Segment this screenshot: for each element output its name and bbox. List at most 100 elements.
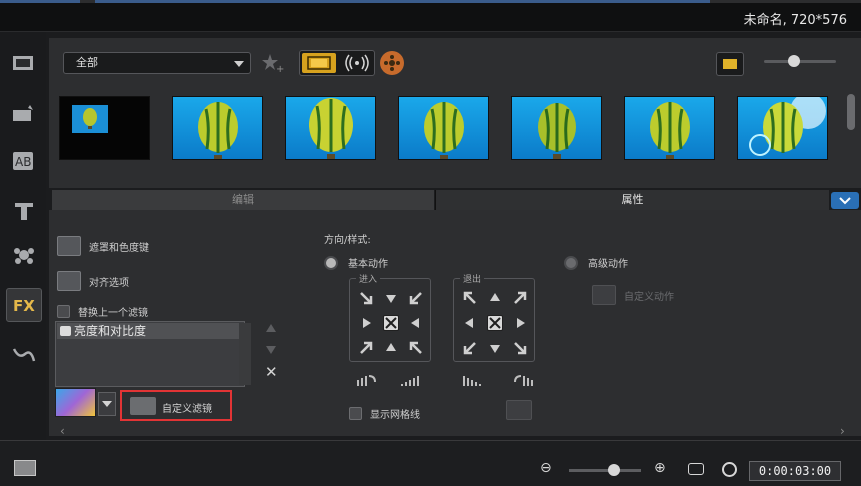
replace-last-filter-label: 替换上一个滤镜 <box>78 308 148 319</box>
timeline-layout-button[interactable] <box>14 460 36 476</box>
rotate-out-icon <box>514 375 533 386</box>
arrow-up-right-icon <box>514 291 527 304</box>
show-grid-option[interactable]: 显示网格线 <box>349 406 420 421</box>
title-strip-segment <box>0 0 80 3</box>
exit-bottom-button[interactable] <box>487 340 503 356</box>
title-icon <box>15 203 33 220</box>
graphic-button[interactable] <box>6 238 42 272</box>
move-filter-down-button[interactable] <box>266 346 276 354</box>
options-tabs: 编辑 属性 <box>52 190 829 210</box>
list-item[interactable]: 亮度和对比度 <box>57 323 243 339</box>
enter-top-right-button[interactable] <box>408 290 424 306</box>
fade-out-icon <box>463 376 481 386</box>
enter-bottom-button[interactable] <box>383 340 399 356</box>
show-audio-button[interactable] <box>340 53 374 73</box>
svg-text:+: + <box>276 64 284 74</box>
exit-top-right-button[interactable] <box>512 290 528 306</box>
star-plus-icon: + <box>262 54 284 75</box>
filter-thumbnail[interactable] <box>737 96 828 160</box>
basic-motion-radio[interactable] <box>324 255 338 270</box>
options-collapse-button[interactable] <box>831 192 859 209</box>
center-cross-icon <box>385 317 397 329</box>
eye-icon[interactable] <box>60 326 71 336</box>
align-options-option[interactable]: 对齐选项 <box>57 271 129 291</box>
category-select-value: 全部 <box>76 56 98 69</box>
exit-center-button[interactable] <box>487 315 503 331</box>
show-graphics-button[interactable] <box>380 51 404 75</box>
enter-center-button[interactable] <box>383 315 399 331</box>
enter-bottom-left-button[interactable] <box>358 340 374 356</box>
filter-thumbnail[interactable] <box>511 96 602 160</box>
exit-top-left-button[interactable] <box>462 290 478 306</box>
exit-left-button[interactable] <box>462 315 478 331</box>
mask-chroma-label: 遮罩和色度键 <box>89 242 149 254</box>
exit-top-button[interactable] <box>487 290 503 306</box>
show-grid-checkbox[interactable] <box>349 407 362 420</box>
category-select[interactable]: 全部 <box>63 52 251 74</box>
thumbnail-size-slider[interactable] <box>764 60 836 63</box>
filter-thumbnail[interactable] <box>59 96 150 160</box>
applied-filter-list: 亮度和对比度 <box>55 321 245 387</box>
enter-rotate-button[interactable] <box>355 372 377 391</box>
svg-text:FX: FX <box>13 297 35 315</box>
timecode-display[interactable]: 0:00:03:00 <box>749 461 841 481</box>
scroll-right-icon[interactable]: › <box>840 424 845 438</box>
enter-top-left-button[interactable] <box>358 290 374 306</box>
instant-project-button[interactable] <box>6 96 42 130</box>
center-cross-icon <box>489 317 501 329</box>
arrow-down-left-icon <box>463 342 476 355</box>
enter-right-button[interactable] <box>408 315 424 331</box>
library-scrollbar[interactable] <box>847 94 855 130</box>
zoom-out-icon[interactable]: ⊖ <box>540 460 552 476</box>
balloon-thumbnail-icon <box>538 103 576 159</box>
filter-thumbnail[interactable] <box>624 96 715 160</box>
basic-motion-option[interactable]: 基本动作 <box>324 255 388 270</box>
enter-fade-button[interactable] <box>399 372 421 391</box>
exit-right-button[interactable] <box>512 315 528 331</box>
exit-bottom-right-button[interactable] <box>512 340 528 356</box>
zoom-slider[interactable] <box>569 469 641 472</box>
arrow-right-icon <box>517 318 525 328</box>
scroll-left-icon[interactable]: ‹ <box>60 424 65 438</box>
filter-preset-thumbnail[interactable] <box>55 388 96 417</box>
filter-thumbnail[interactable] <box>172 96 263 160</box>
clock-icon <box>722 462 737 477</box>
toggle-view-button[interactable] <box>716 52 744 76</box>
filter-button[interactable]: FX <box>6 288 42 322</box>
zoom-in-icon[interactable]: ⊕ <box>654 460 666 476</box>
gear-icon <box>130 397 156 415</box>
media-library-button[interactable] <box>6 46 42 80</box>
advanced-motion-radio[interactable] <box>564 255 578 270</box>
tab-attributes[interactable]: 属性 <box>435 190 829 210</box>
mask-chroma-option[interactable]: 遮罩和色度键 <box>57 236 149 256</box>
zoom-slider-knob[interactable] <box>608 464 620 476</box>
filter-list-scrollbar[interactable] <box>239 323 251 385</box>
grid-settings-button[interactable] <box>506 400 532 420</box>
enter-top-button[interactable] <box>383 290 399 306</box>
replace-last-filter-option[interactable]: 替换上一个滤镜 <box>57 304 148 319</box>
exit-fade-button[interactable] <box>461 372 483 391</box>
remove-filter-button[interactable]: ✕ <box>265 363 278 381</box>
exit-rotate-button[interactable] <box>513 372 535 391</box>
filter-thumbnail[interactable] <box>285 96 376 160</box>
title-bar: 未命名, 720*576 <box>0 0 861 32</box>
graphic-icon <box>14 248 34 264</box>
custom-filter-button[interactable]: 自定义滤镜 <box>120 390 232 421</box>
title-button[interactable] <box>6 194 42 228</box>
filter-thumbnail[interactable] <box>398 96 489 160</box>
advanced-motion-option[interactable]: 高级动作 <box>564 255 628 270</box>
filter-preset-dropdown[interactable] <box>98 392 116 416</box>
tab-edit[interactable]: 编辑 <box>52 190 434 210</box>
enter-left-button[interactable] <box>358 315 374 331</box>
fit-project-button[interactable] <box>688 463 704 475</box>
add-favorite-button[interactable]: + <box>260 52 286 75</box>
enter-bottom-right-button[interactable] <box>408 340 424 356</box>
move-filter-up-button[interactable] <box>266 324 276 332</box>
instant-project-icon <box>13 105 33 121</box>
thumbnail-size-slider-knob[interactable] <box>788 55 800 67</box>
path-button[interactable] <box>6 338 42 372</box>
show-video-button[interactable] <box>302 53 336 73</box>
replace-last-filter-checkbox[interactable] <box>57 305 70 318</box>
transition-button[interactable]: AB <box>6 144 42 178</box>
exit-bottom-left-button[interactable] <box>462 340 478 356</box>
